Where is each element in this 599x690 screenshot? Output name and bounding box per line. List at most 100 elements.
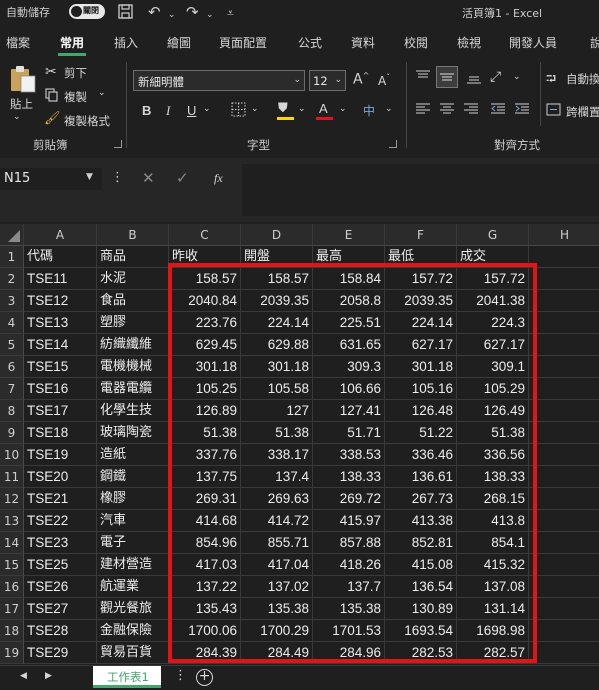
scroll-left-icon[interactable]: ◀ xyxy=(20,671,27,681)
column-header[interactable]: E xyxy=(313,224,385,246)
cell[interactable]: 最低 xyxy=(385,246,457,268)
cell[interactable]: 造紙 xyxy=(97,444,169,466)
cell[interactable]: 食品 xyxy=(97,290,169,312)
cell[interactable]: 130.89 xyxy=(385,598,457,620)
cell[interactable]: 1693.54 xyxy=(385,620,457,642)
row-header[interactable]: 9 xyxy=(0,422,24,444)
column-header[interactable]: H xyxy=(529,224,599,246)
cell[interactable]: TSE28 xyxy=(24,620,97,642)
cell[interactable]: 51.38 xyxy=(241,422,313,444)
copy-dropdown-icon[interactable]: ⌄ xyxy=(98,88,106,98)
cell[interactable]: 284.39 xyxy=(169,642,241,664)
tab-formulas[interactable]: 公式 xyxy=(298,34,322,51)
column-header[interactable]: F xyxy=(385,224,457,246)
cell[interactable]: 336.46 xyxy=(385,444,457,466)
row-header[interactable]: 12 xyxy=(0,488,24,510)
underline-dropdown-icon[interactable]: ⌄ xyxy=(203,104,211,114)
cell[interactable]: 336.56 xyxy=(457,444,529,466)
cell[interactable]: 金融保險 xyxy=(97,620,169,642)
cell[interactable]: 137.08 xyxy=(457,576,529,598)
decrease-indent-icon[interactable] xyxy=(490,102,506,119)
orientation-icon[interactable]: ⤢ xyxy=(490,69,501,85)
wrap-text-icon[interactable]: ⮒ xyxy=(546,70,556,92)
customize-quick-access-icon[interactable]: ⩡ xyxy=(227,5,234,21)
align-middle-icon[interactable] xyxy=(436,66,458,88)
cell[interactable]: 854.1 xyxy=(457,532,529,554)
cell[interactable]: TSE18 xyxy=(24,422,97,444)
cell[interactable]: 282.53 xyxy=(385,642,457,664)
increase-indent-icon[interactable] xyxy=(514,102,530,119)
cell[interactable]: 2039.35 xyxy=(241,290,313,312)
row-header[interactable]: 16 xyxy=(0,576,24,598)
cell[interactable] xyxy=(529,620,599,642)
cut-button[interactable]: 剪下 xyxy=(64,65,87,81)
select-all-corner[interactable] xyxy=(0,224,24,246)
cell[interactable]: 106.66 xyxy=(313,378,385,400)
cell[interactable]: 最高 xyxy=(313,246,385,268)
cell[interactable]: 854.96 xyxy=(169,532,241,554)
cell[interactable] xyxy=(529,576,599,598)
cell[interactable]: 225.51 xyxy=(313,312,385,334)
enter-icon[interactable]: ✓ xyxy=(176,169,189,187)
font-dialog-launcher-icon[interactable] xyxy=(389,140,397,148)
cell[interactable]: 627.17 xyxy=(385,334,457,356)
cell[interactable]: 282.57 xyxy=(457,642,529,664)
row-header[interactable]: 14 xyxy=(0,532,24,554)
cell[interactable]: 157.72 xyxy=(457,268,529,290)
cell[interactable] xyxy=(529,290,599,312)
cell[interactable]: 開盤 xyxy=(241,246,313,268)
cell[interactable]: 158.84 xyxy=(313,268,385,290)
cell[interactable]: 51.38 xyxy=(169,422,241,444)
paste-icon[interactable] xyxy=(9,64,37,97)
cell[interactable]: TSE23 xyxy=(24,532,97,554)
cell[interactable] xyxy=(529,510,599,532)
tab-review[interactable]: 校閱 xyxy=(404,34,428,51)
cell[interactable]: 158.57 xyxy=(241,268,313,290)
cell[interactable]: 418.26 xyxy=(313,554,385,576)
cell[interactable] xyxy=(529,422,599,444)
cell[interactable]: 126.89 xyxy=(169,400,241,422)
cell[interactable]: 629.45 xyxy=(169,334,241,356)
increase-font-size-icon[interactable]: A^ xyxy=(353,71,369,88)
decrease-font-size-icon[interactable]: Aˇ xyxy=(378,73,390,88)
cell[interactable]: 1700.06 xyxy=(169,620,241,642)
insert-function-icon[interactable]: fx xyxy=(214,171,223,186)
cell[interactable] xyxy=(529,554,599,576)
cell[interactable]: 105.29 xyxy=(457,378,529,400)
cell[interactable]: 629.88 xyxy=(241,334,313,356)
redo-icon[interactable]: ↷ xyxy=(186,4,199,20)
cell[interactable]: 852.81 xyxy=(385,532,457,554)
clipboard-dialog-launcher-icon[interactable] xyxy=(114,140,122,148)
tab-insert[interactable]: 插入 xyxy=(114,34,138,51)
row-header[interactable]: 1 xyxy=(0,246,24,268)
cell[interactable] xyxy=(529,334,599,356)
cell[interactable]: 223.76 xyxy=(169,312,241,334)
cell[interactable]: TSE22 xyxy=(24,510,97,532)
cell[interactable]: TSE11 xyxy=(24,268,97,290)
cell[interactable]: 航運業 xyxy=(97,576,169,598)
row-header[interactable]: 6 xyxy=(0,356,24,378)
cancel-icon[interactable]: ✕ xyxy=(142,169,155,187)
cell[interactable]: 51.71 xyxy=(313,422,385,444)
cell[interactable]: 126.49 xyxy=(457,400,529,422)
cell[interactable]: 413.38 xyxy=(385,510,457,532)
autosave-toggle[interactable]: 關閉 xyxy=(69,4,105,19)
cell[interactable]: TSE25 xyxy=(24,554,97,576)
cell[interactable]: 51.22 xyxy=(385,422,457,444)
row-header[interactable]: 19 xyxy=(0,642,24,664)
cell[interactable]: 137.4 xyxy=(241,466,313,488)
borders-dropdown-icon[interactable]: ⌄ xyxy=(251,104,259,114)
cell[interactable]: 301.18 xyxy=(385,356,457,378)
cell[interactable]: 417.04 xyxy=(241,554,313,576)
orientation-dropdown-icon[interactable]: ⌄ xyxy=(513,72,521,82)
cell[interactable]: TSE29 xyxy=(24,642,97,664)
row-header[interactable]: 7 xyxy=(0,378,24,400)
cell[interactable]: 269.63 xyxy=(241,488,313,510)
cell[interactable]: 414.72 xyxy=(241,510,313,532)
copy-button[interactable]: 複製 xyxy=(64,89,87,105)
name-box[interactable]: N15 ▼ xyxy=(0,168,102,190)
column-header[interactable]: D xyxy=(241,224,313,246)
paste-dropdown-icon[interactable]: ⌄ xyxy=(13,112,21,122)
row-header[interactable]: 18 xyxy=(0,620,24,642)
cell[interactable]: 2058.8 xyxy=(313,290,385,312)
